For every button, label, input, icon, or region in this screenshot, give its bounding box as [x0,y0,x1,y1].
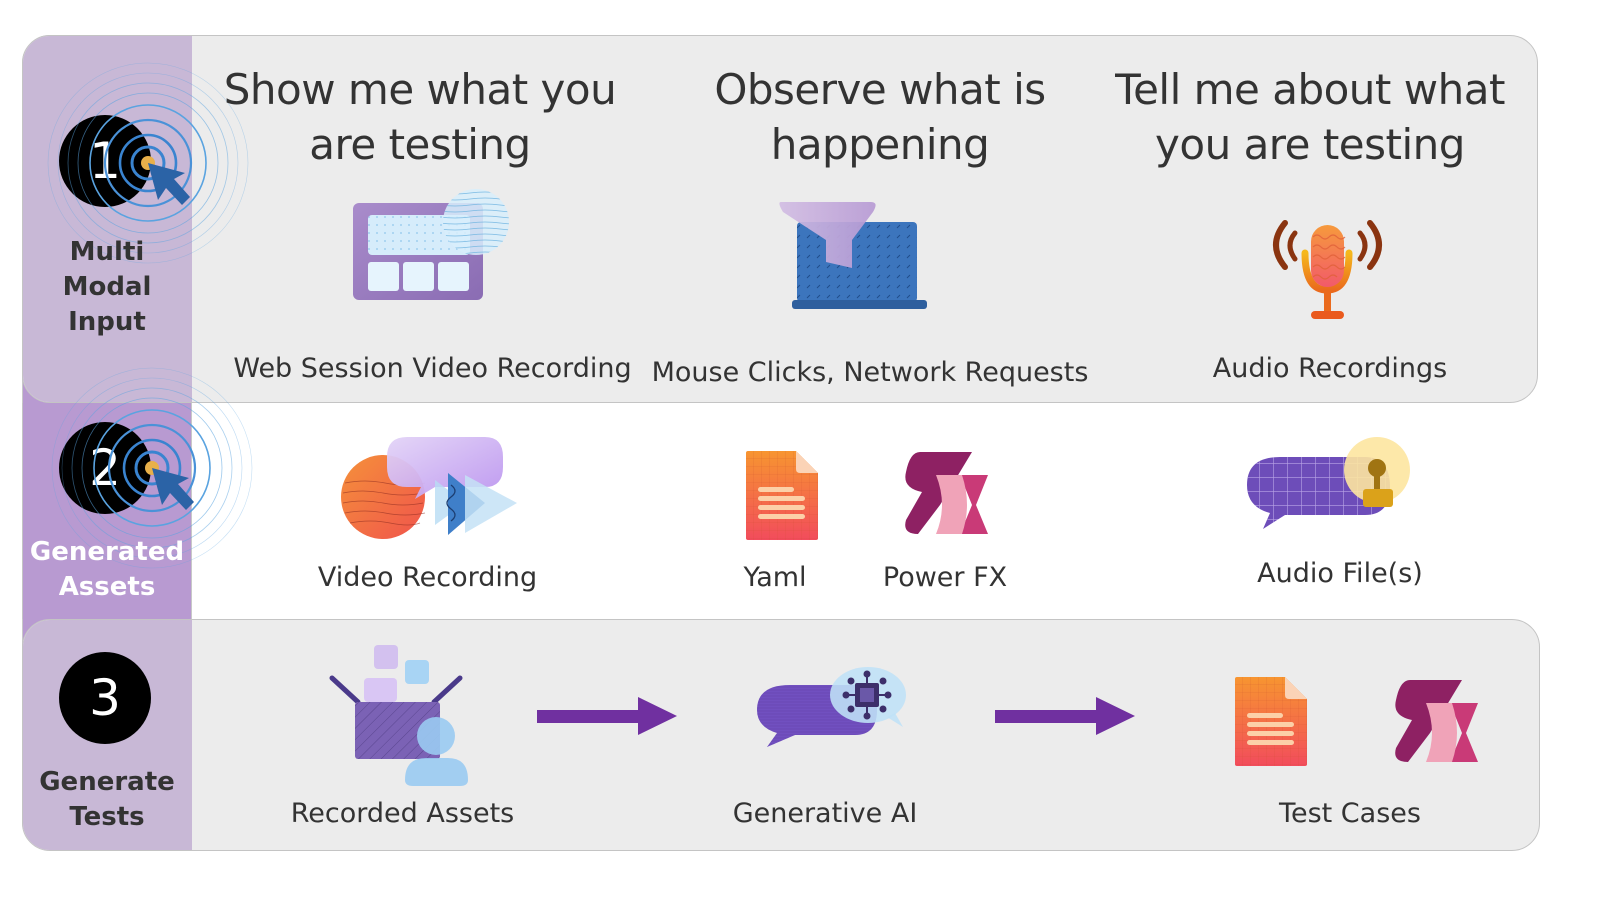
heading-tell-me: Tell me about what you are testing [1095,62,1525,172]
caption-video-recording: Video Recording [317,562,538,593]
caption-recorded-assets: Recorded Assets [290,798,515,829]
step-2-label-line: Generated [29,537,185,567]
heading-line: are testing [309,120,531,169]
heading-line: Show me what you [223,65,617,114]
audio-chat-bulb-icon [1247,437,1410,529]
power-fx-icon [905,452,988,534]
test-case-power-fx-icon [1395,680,1478,762]
caption-yaml: Yaml [743,562,807,593]
test-case-yaml-icon [1235,677,1307,766]
heading-line: you are testing [1155,120,1465,169]
flow-arrow-1 [537,697,677,735]
step-2-label: Generated Assets [22,535,192,605]
heading-show-me: Show me what you are testing [205,62,635,172]
step-1-label-line: Multi [69,237,145,267]
step-1-label-line: Modal [62,272,152,302]
step-1-label: Multi Modal Input [22,235,192,340]
laptop-funnel-icon [779,202,927,309]
web-session-window-icon [353,189,509,300]
step-3-label-line: Generate [39,767,175,797]
step-1-label-line: Input [68,307,146,337]
heading-line: Tell me about what [1115,65,1505,114]
caption-audio-recordings: Audio Recordings [1212,353,1448,384]
caption-web-session: Web Session Video Recording [233,353,632,384]
video-chat-play-icon [341,437,517,539]
flow-arrow-2 [995,697,1135,735]
yaml-document-icon [746,451,818,540]
heading-line: happening [770,120,990,169]
step-2-label-line: Assets [58,572,156,602]
heading-line: Observe what is [714,65,1046,114]
caption-test-cases: Test Cases [1279,798,1421,829]
caption-mouse-clicks: Mouse Clicks, Network Requests [651,357,1089,388]
step-3-number: 3 [89,669,121,727]
caption-power-fx: Power FX [882,562,1008,593]
microphone-icon [1273,220,1382,319]
step-3-label: Generate Tests [22,765,192,835]
caption-generative-ai: Generative AI [732,798,918,829]
step-3-label-line: Tests [69,802,145,832]
caption-audio-files: Audio File(s) [1257,558,1423,589]
generative-ai-chip-icon [757,667,906,747]
recorded-assets-box-icon [329,645,468,786]
step-3-badge: 3 [59,652,151,744]
heading-observe: Observe what is happening [665,62,1095,172]
